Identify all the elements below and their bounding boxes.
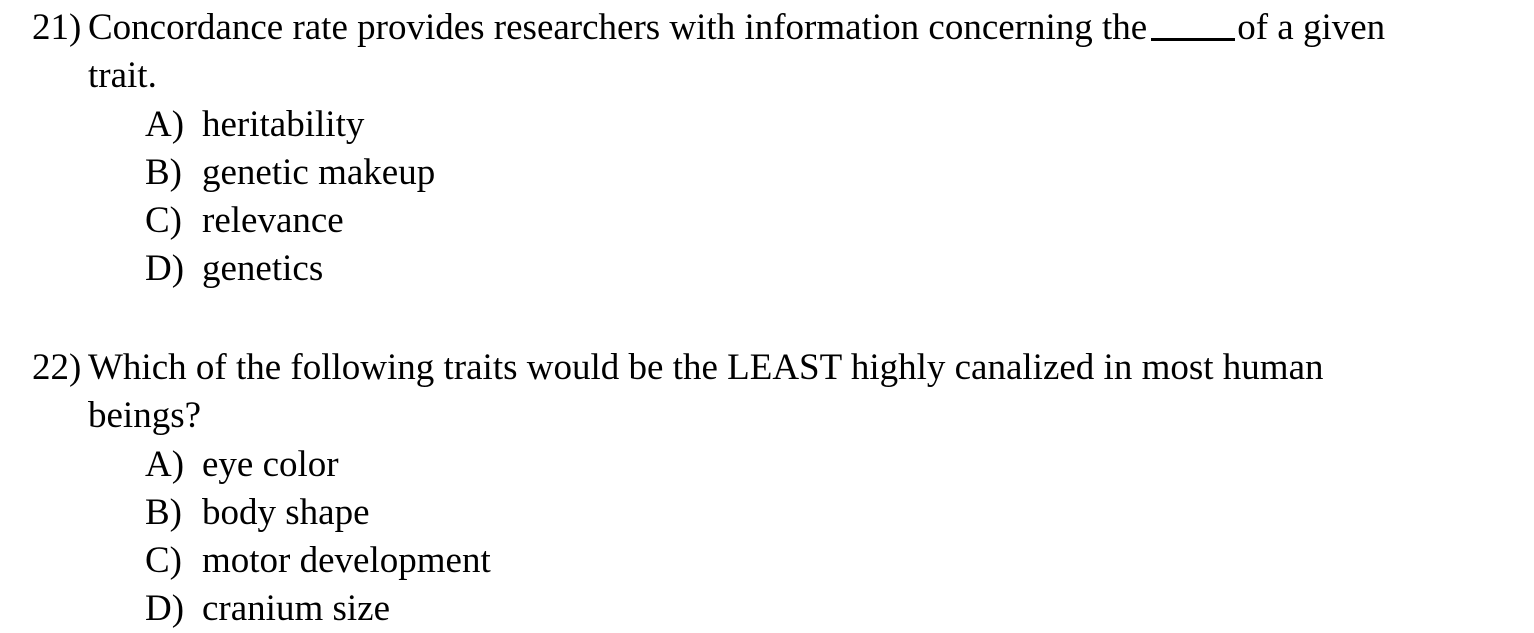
quiz-page: 21) Concordance rate provides researcher… bbox=[0, 0, 1534, 629]
option-letter: B) bbox=[145, 492, 182, 533]
option-row[interactable]: C) relevance bbox=[145, 197, 1534, 245]
option-letter: A) bbox=[145, 104, 185, 145]
option-row[interactable]: C) motor development bbox=[145, 537, 1534, 585]
option-letter: D) bbox=[145, 588, 185, 629]
question-21-number: 21) bbox=[32, 7, 82, 48]
option-text: genetics bbox=[202, 248, 324, 289]
option-letter: C) bbox=[145, 540, 182, 581]
question-21-stem-line1-after-blank: of a given bbox=[1237, 7, 1386, 48]
option-row[interactable]: D) genetics bbox=[145, 245, 1534, 293]
option-letter: A) bbox=[145, 444, 185, 485]
question-21-stem-line1: Concordance rate provides researchers wi… bbox=[88, 7, 1148, 48]
option-text: motor development bbox=[202, 540, 491, 581]
question-22-options: A) eye color B) body shape C) motor deve… bbox=[0, 441, 1534, 633]
question-22-number: 22) bbox=[32, 347, 82, 388]
option-letter: D) bbox=[145, 248, 185, 289]
option-text: cranium size bbox=[202, 588, 390, 629]
option-text: body shape bbox=[202, 492, 370, 533]
question-22-stem-text: Which of the following traits would be t… bbox=[88, 347, 1324, 436]
option-letter: B) bbox=[145, 152, 182, 193]
question-22-stem: 22) Which of the following traits would … bbox=[0, 344, 1534, 440]
option-letter: C) bbox=[145, 200, 182, 241]
question-21-stem-line2: trait. bbox=[88, 55, 157, 96]
option-text: heritability bbox=[202, 104, 365, 145]
question-21-options: A) heritability B) genetic makeup C) rel… bbox=[0, 101, 1534, 293]
fill-in-blank bbox=[1151, 11, 1236, 41]
question-22-block: 22) Which of the following traits would … bbox=[0, 344, 1534, 633]
option-row[interactable]: D) cranium size bbox=[145, 585, 1534, 633]
option-row[interactable]: A) heritability bbox=[145, 101, 1534, 149]
option-row[interactable]: A) eye color bbox=[145, 441, 1534, 489]
option-row[interactable]: B) body shape bbox=[145, 489, 1534, 537]
option-text: genetic makeup bbox=[202, 152, 436, 193]
question-21-block: 21) Concordance rate provides researcher… bbox=[0, 4, 1534, 293]
question-21-stem: 21) Concordance rate provides researcher… bbox=[0, 4, 1534, 100]
question-21-stem-text: Concordance rate provides researchers wi… bbox=[88, 4, 1385, 100]
option-text: relevance bbox=[202, 200, 344, 241]
option-row[interactable]: B) genetic makeup bbox=[145, 149, 1534, 197]
option-text: eye color bbox=[202, 444, 339, 485]
